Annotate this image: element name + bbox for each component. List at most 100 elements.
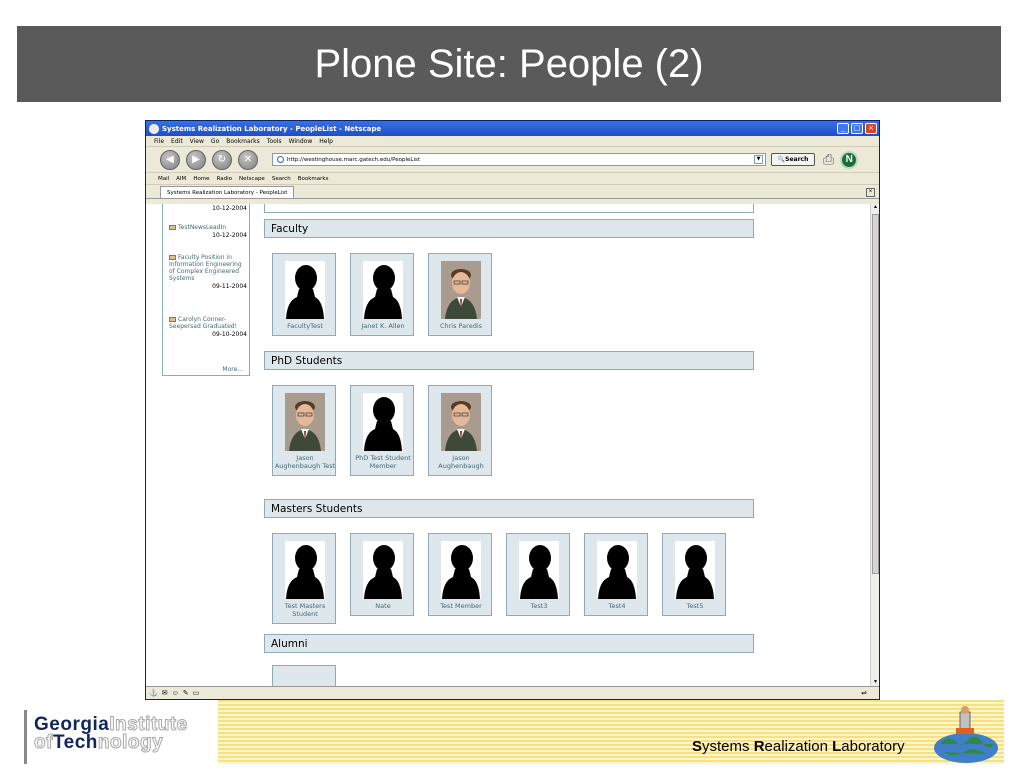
person-name[interactable]: Test5 [663, 602, 727, 610]
page-content: 10-12-2004 TestNewsLeadIn 10-12-2004 Fac… [146, 204, 870, 688]
news-title[interactable]: Carolyn Conner-Seepersad Graduated! [169, 316, 237, 330]
toolbar-netscape[interactable]: Netscape [239, 176, 265, 182]
scrollbar-thumb[interactable] [872, 214, 879, 574]
person-card[interactable]: Test3 [506, 533, 570, 616]
person-card[interactable]: Test4 [584, 533, 648, 616]
news-date: 10-12-2004 [212, 205, 247, 212]
navigator-icon[interactable]: ⚓ [149, 689, 158, 697]
print-icon[interactable]: ⎙ [823, 151, 834, 168]
people-list: Faculty FacultyTest Janet K. Allen Chris… [264, 204, 754, 688]
masters-cards: Test Masters Student Nate Test Member Te… [264, 518, 754, 634]
lab-name: Systems Realization Laboratory [692, 738, 905, 755]
section-heading-alumni: Alumni [264, 634, 754, 653]
maximize-button[interactable]: □ [851, 123, 863, 134]
person-name[interactable]: Nate [351, 602, 415, 610]
news-date: 10-12-2004 [212, 232, 247, 239]
netscape-logo-icon[interactable]: N [840, 150, 859, 169]
menu-tools[interactable]: Tools [267, 138, 282, 145]
person-name[interactable]: Chris Paredis [429, 322, 493, 330]
person-card[interactable]: Jason Aughenbaugh Test [272, 385, 336, 476]
close-window-button[interactable]: × [865, 123, 877, 134]
slide: Plone Site: People (2) Systems Realizati… [0, 0, 1024, 768]
aim-icon[interactable]: ☺ [172, 690, 179, 697]
menu-edit[interactable]: Edit [171, 138, 183, 145]
phd-cards: Jason Aughenbaugh Test PhD Test Student … [264, 370, 754, 499]
alumni-cards [264, 653, 754, 688]
section-heading-masters: Masters Students [264, 499, 754, 518]
news-page-icon [169, 317, 176, 322]
person-card[interactable]: FacultyTest [272, 253, 336, 336]
person-name[interactable]: Jason Aughenbaugh [429, 454, 493, 470]
logo-line-2: ofTechnology [34, 732, 164, 754]
news-date: 09-11-2004 [212, 283, 247, 290]
menu-view[interactable]: View [190, 138, 204, 145]
reload-button[interactable]: ↻ [212, 149, 232, 170]
person-name[interactable]: Jason Aughenbaugh Test [273, 454, 337, 470]
news-item[interactable]: TestNewsLeadIn 10-12-2004 [169, 224, 247, 239]
news-item[interactable]: Carolyn Conner-Seepersad Graduated! 09-1… [169, 316, 247, 338]
person-name[interactable]: Test4 [585, 602, 649, 610]
menu-window[interactable]: Window [289, 138, 313, 145]
person-name[interactable]: Janet K. Allen [351, 322, 415, 330]
news-title[interactable]: TestNewsLeadIn [178, 224, 226, 231]
slide-title: Plone Site: People (2) [314, 41, 704, 86]
address-book-icon[interactable]: ▭ [193, 689, 200, 697]
toolbar-search[interactable]: Search [272, 176, 291, 182]
person-card[interactable]: Test Masters Student [272, 533, 336, 624]
toolbar-home[interactable]: Home [193, 176, 209, 182]
person-card[interactable]: Janet K. Allen [350, 253, 414, 336]
news-title[interactable]: Faculty Position in Information Engineer… [169, 254, 242, 282]
url-text: http://westinghouse.marc.gatech.edu/Peop… [287, 156, 420, 163]
menu-bookmarks[interactable]: Bookmarks [226, 138, 260, 145]
menu-help[interactable]: Help [319, 138, 333, 145]
person-card[interactable]: Test5 [662, 533, 726, 616]
news-more-link[interactable]: More... [222, 366, 243, 373]
person-card[interactable]: Test Member [428, 533, 492, 616]
composer-icon[interactable]: ✎ [183, 689, 189, 697]
faculty-cards: FacultyTest Janet K. Allen Chris Paredis [264, 238, 754, 351]
minimize-button[interactable]: _ [837, 123, 849, 134]
mail-icon[interactable]: ✉ [162, 689, 168, 697]
tab-peoplelist[interactable]: Systems Realization Laboratory - PeopleL… [160, 186, 295, 198]
person-photo-silhouette [285, 541, 325, 599]
scroll-up-icon[interactable]: ▲ [871, 204, 879, 213]
search-button[interactable]: 🔍 Search [771, 153, 815, 166]
person-card[interactable]: Chris Paredis [428, 253, 492, 336]
back-button[interactable]: ◀ [160, 149, 180, 170]
person-photo-portrait [285, 393, 325, 451]
toolbar-mail[interactable]: Mail [158, 176, 169, 182]
news-item[interactable]: Faculty Position in Information Engineer… [169, 254, 247, 290]
status-bar: ⚓ ✉ ☺ ✎ ▭ ⇌ [146, 686, 879, 699]
url-dropdown-icon[interactable]: ▼ [754, 155, 763, 164]
person-photo-silhouette [363, 261, 403, 319]
menu-go[interactable]: Go [211, 138, 219, 145]
toolbar-bookmarks[interactable]: Bookmarks [298, 176, 329, 182]
top-box [264, 204, 754, 213]
person-name[interactable]: FacultyTest [273, 322, 337, 330]
vertical-scrollbar[interactable]: ▲ ▼ [870, 204, 879, 688]
news-portlet: 10-12-2004 TestNewsLeadIn 10-12-2004 Fac… [162, 204, 250, 376]
person-name[interactable]: Test3 [507, 602, 571, 610]
section-heading-faculty: Faculty [264, 219, 754, 238]
person-card[interactable]: Jason Aughenbaugh [428, 385, 492, 476]
tab-bar: Systems Realization Laboratory - PeopleL… [146, 185, 879, 199]
person-card[interactable]: PhD Test Student Member [350, 385, 414, 476]
search-icon: 🔍 [777, 156, 786, 163]
forward-arrow-icon: ▶ [192, 154, 200, 165]
news-item[interactable]: 10-12-2004 [169, 204, 247, 212]
person-photo-silhouette [519, 541, 559, 599]
security-icon[interactable]: ⇌ [861, 689, 867, 697]
forward-button[interactable]: ▶ [186, 149, 206, 170]
person-name[interactable]: Test Masters Student [273, 602, 337, 618]
toolbar-aim[interactable]: AIM [176, 176, 186, 182]
menu-file[interactable]: File [154, 138, 164, 145]
stop-button[interactable]: ✕ [238, 149, 258, 170]
person-card[interactable]: Nate [350, 533, 414, 616]
person-name[interactable]: Test Member [429, 602, 493, 610]
person-card[interactable] [272, 665, 336, 688]
close-tab-button[interactable]: × [866, 188, 875, 197]
toolbar-radio[interactable]: Radio [217, 176, 232, 182]
url-input[interactable]: http://westinghouse.marc.gatech.edu/Peop… [272, 153, 766, 166]
person-photo-portrait [441, 261, 481, 319]
person-name[interactable]: PhD Test Student Member [351, 454, 415, 470]
